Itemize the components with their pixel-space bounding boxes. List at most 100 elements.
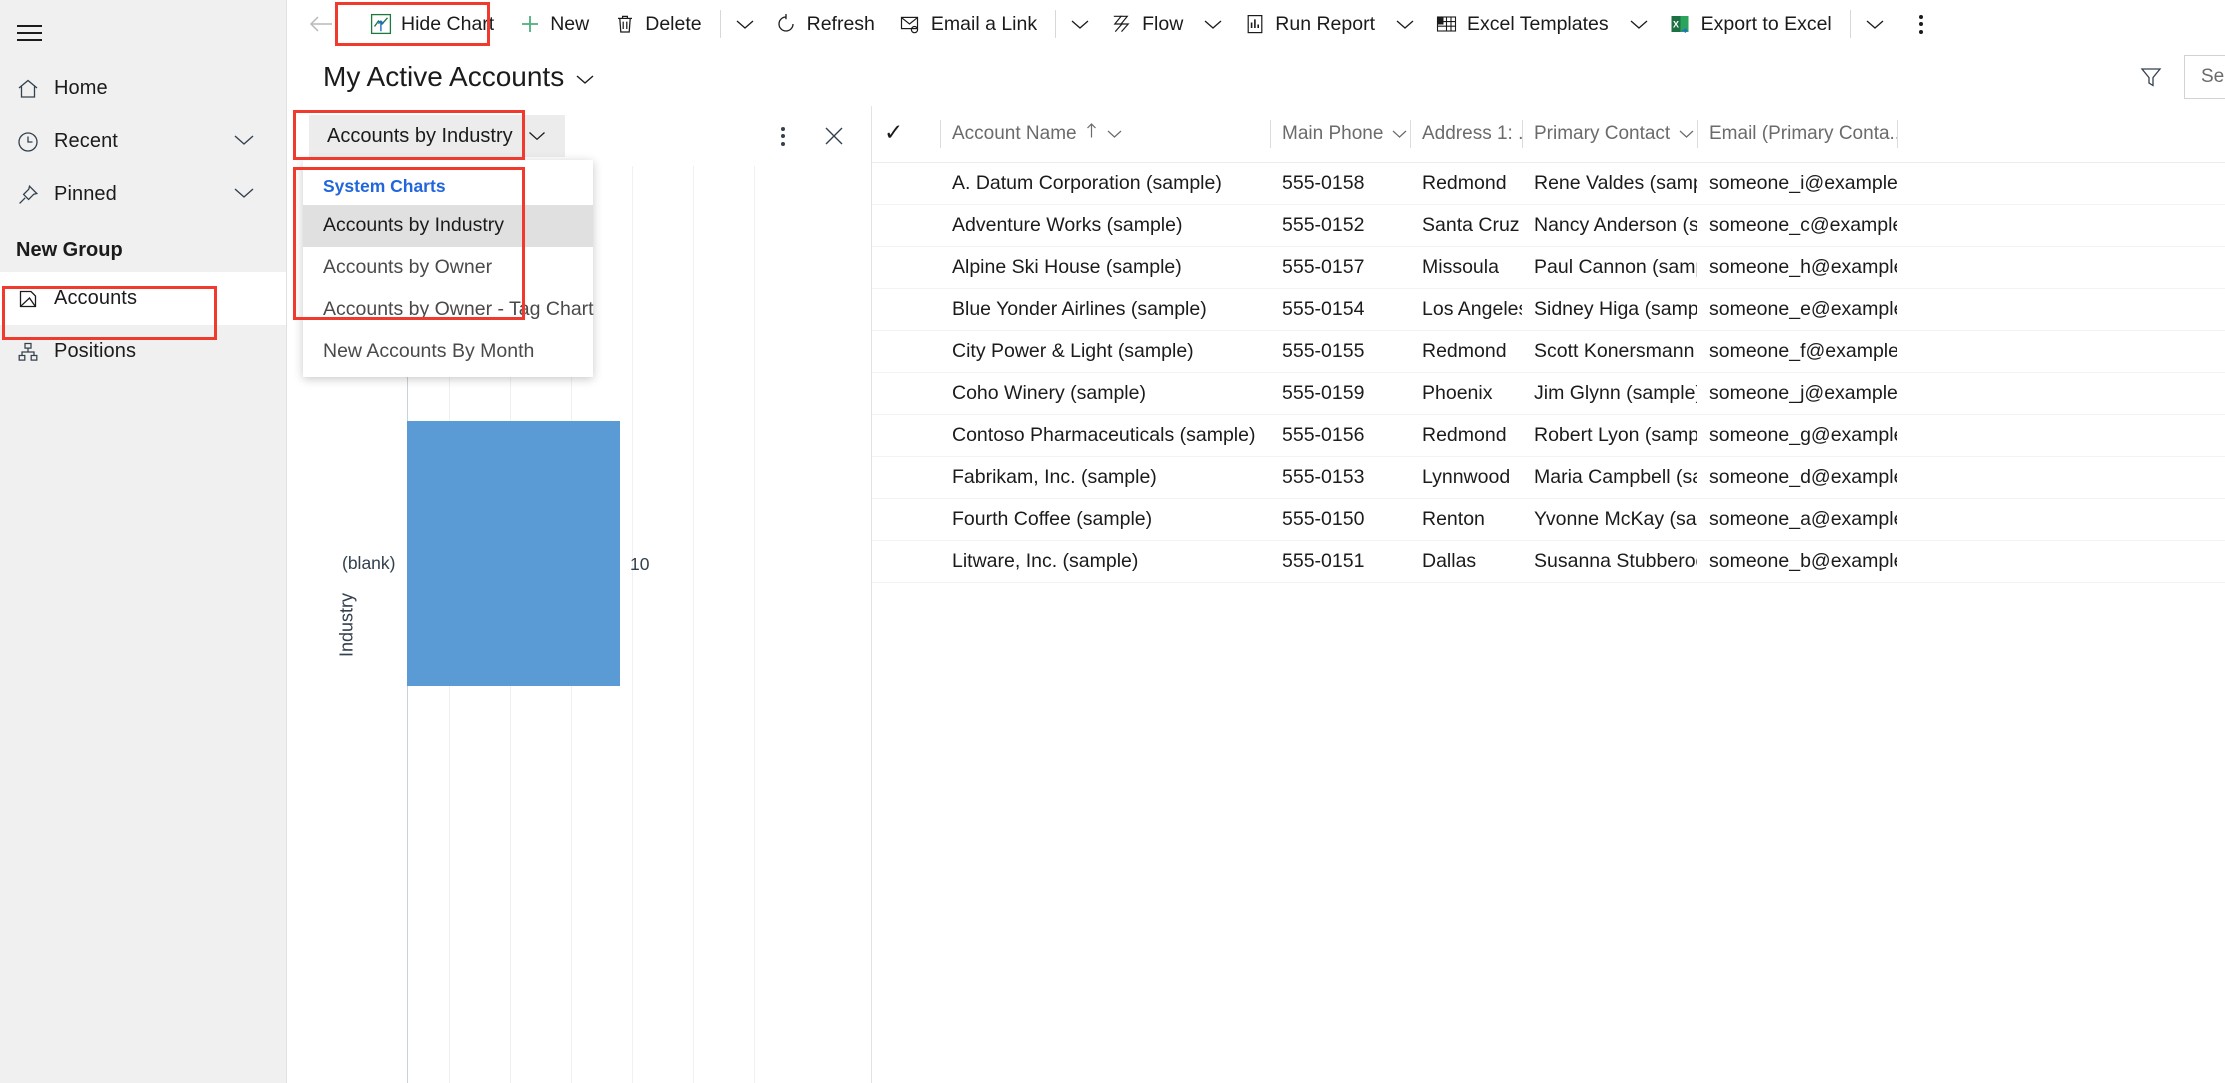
main-phone-cell[interactable]: 555-0158 [1270, 162, 1410, 205]
chevron-down-icon[interactable] [232, 183, 256, 206]
primary-contact-link[interactable]: Yvonne McKay (sample [1522, 498, 1697, 541]
email-cell[interactable]: someone_c@example.c [1697, 204, 1897, 247]
search-input-wrapper[interactable] [2184, 55, 2225, 99]
table-row[interactable]: Fabrikam, Inc. (sample) 555-0153 Lynnwood M… [872, 456, 2225, 499]
table-row[interactable]: Blue Yonder Airlines (sample) 555-0154 Los… [872, 288, 2225, 331]
account-name-link[interactable]: City Power & Light (sample) [940, 330, 1270, 373]
dropdown-item-accounts-by-industry[interactable]: Accounts by Industry [303, 205, 593, 247]
main-phone-cell[interactable]: 555-0157 [1270, 246, 1410, 289]
flow-button[interactable]: Flow [1098, 4, 1195, 44]
table-row[interactable]: Coho Winery (sample) 555-0159 Phoenix Jim G… [872, 372, 2225, 415]
new-button[interactable]: New [506, 4, 601, 44]
chevron-down-icon[interactable] [232, 130, 256, 153]
account-name-link[interactable]: A. Datum Corporation (sample) [940, 162, 1270, 205]
main-phone-cell[interactable]: 555-0156 [1270, 414, 1410, 457]
sidebar-item-accounts[interactable]: Accounts [0, 272, 286, 325]
sidebar-item-home[interactable]: Home [0, 62, 286, 115]
main-phone-cell[interactable]: 555-0151 [1270, 540, 1410, 583]
flow-caret-icon[interactable] [1195, 4, 1231, 44]
dropdown-item-new-accounts-by-month[interactable]: New Accounts By Month [303, 331, 593, 373]
primary-contact-link[interactable]: Nancy Anderson (samp [1522, 204, 1697, 247]
hide-chart-button[interactable]: Hide Chart [357, 4, 506, 44]
table-row[interactable]: Alpine Ski House (sample) 555-0157 Missoul… [872, 246, 2225, 289]
table-row[interactable]: Adventure Works (sample) 555-0152 Santa Cr… [872, 204, 2225, 247]
account-name-link[interactable]: Fabrikam, Inc. (sample) [940, 456, 1270, 499]
table-row[interactable]: Contoso Pharmaceuticals (sample) 555-0156… [872, 414, 2225, 457]
primary-contact-link[interactable]: Scott Konersmann (sam [1522, 330, 1697, 373]
back-arrow-icon[interactable] [299, 4, 343, 44]
search-input[interactable] [2201, 66, 2225, 88]
account-name-link[interactable]: Contoso Pharmaceuticals (sample) [940, 414, 1270, 457]
account-name-link[interactable]: Fourth Coffee (sample) [940, 498, 1270, 541]
main-phone-cell[interactable]: 555-0150 [1270, 498, 1410, 541]
checkmark-icon[interactable]: ✓ [884, 121, 903, 144]
run-report-button[interactable]: Run Report [1231, 4, 1387, 44]
column-header-main-phone[interactable]: Main Phone [1270, 106, 1410, 163]
export-caret-icon[interactable] [1857, 4, 1893, 44]
chevron-down-icon[interactable] [1106, 123, 1123, 145]
chevron-down-icon[interactable] [574, 61, 596, 93]
row-checkbox[interactable] [872, 162, 940, 205]
row-checkbox[interactable] [872, 372, 940, 415]
export-to-excel-button[interactable]: X Export to Excel [1657, 4, 1844, 44]
email-more-caret-icon[interactable] [1062, 4, 1098, 44]
primary-contact-link[interactable]: Robert Lyon (sample) [1522, 414, 1697, 457]
email-cell[interactable]: someone_j@example.c [1697, 372, 1897, 415]
primary-contact-link[interactable]: Paul Cannon (sample).. [1522, 246, 1697, 289]
select-all-header[interactable]: ✓ [872, 106, 940, 163]
row-checkbox[interactable] [872, 246, 940, 289]
close-icon[interactable] [817, 119, 851, 153]
sidebar-item-pinned[interactable]: Pinned [0, 168, 286, 221]
account-name-link[interactable]: Blue Yonder Airlines (sample) [940, 288, 1270, 331]
account-name-link[interactable]: Adventure Works (sample) [940, 204, 1270, 247]
primary-contact-link[interactable]: Susanna Stubberod (sa [1522, 540, 1697, 583]
account-name-link[interactable]: Coho Winery (sample) [940, 372, 1270, 415]
row-checkbox[interactable] [872, 456, 940, 499]
filter-icon[interactable] [2134, 60, 2168, 94]
row-checkbox[interactable] [872, 540, 940, 583]
primary-contact-link[interactable]: Maria Campbell (sampl [1522, 456, 1697, 499]
excel-templates-caret-icon[interactable] [1621, 4, 1657, 44]
more-commands-icon[interactable] [1901, 4, 1941, 44]
dropdown-item-accounts-by-owner[interactable]: Accounts by Owner [303, 247, 593, 289]
run-report-caret-icon[interactable] [1387, 4, 1423, 44]
column-header-email-primary-contact[interactable]: Email (Primary Conta... [1697, 106, 1897, 163]
row-checkbox[interactable] [872, 498, 940, 541]
primary-contact-link[interactable]: Rene Valdes (sample) [1522, 162, 1697, 205]
table-row[interactable]: City Power & Light (sample) 555-0155 Redmo… [872, 330, 2225, 373]
main-phone-cell[interactable]: 555-0155 [1270, 330, 1410, 373]
row-checkbox[interactable] [872, 288, 940, 331]
delete-button[interactable]: Delete [601, 4, 713, 44]
delete-more-caret-icon[interactable] [727, 4, 763, 44]
row-checkbox[interactable] [872, 330, 940, 373]
email-cell[interactable]: someone_b@example.c [1697, 540, 1897, 583]
main-phone-cell[interactable]: 555-0154 [1270, 288, 1410, 331]
table-row[interactable]: A. Datum Corporation (sample) 555-0158 Red… [872, 162, 2225, 205]
email-cell[interactable]: someone_f@example.c [1697, 330, 1897, 373]
email-cell[interactable]: someone_h@example.c [1697, 246, 1897, 289]
email-a-link-button[interactable]: Email a Link [887, 4, 1049, 44]
main-phone-cell[interactable]: 555-0152 [1270, 204, 1410, 247]
row-checkbox[interactable] [872, 414, 940, 457]
chevron-down-icon[interactable] [1391, 123, 1408, 145]
email-cell[interactable]: someone_e@example.c [1697, 288, 1897, 331]
main-phone-cell[interactable]: 555-0153 [1270, 456, 1410, 499]
view-selector[interactable]: My Active Accounts [323, 61, 596, 93]
chart-more-actions-icon[interactable] [767, 118, 799, 154]
hamburger-menu-icon[interactable] [0, 4, 58, 62]
row-checkbox[interactable] [872, 204, 940, 247]
primary-contact-link[interactable]: Sidney Higa (sample) [1522, 288, 1697, 331]
chart-bar[interactable] [407, 421, 620, 686]
column-header-address-1[interactable]: Address 1: ... [1410, 106, 1522, 163]
table-row[interactable]: Litware, Inc. (sample) 555-0151 Dallas Susa… [872, 540, 2225, 583]
main-phone-cell[interactable]: 555-0159 [1270, 372, 1410, 415]
chevron-down-icon[interactable] [527, 125, 547, 148]
email-cell[interactable]: someone_i@example.c [1697, 162, 1897, 205]
chevron-down-icon[interactable] [1678, 123, 1695, 145]
table-row[interactable]: Fourth Coffee (sample) 555-0150 Renton Yvon… [872, 498, 2225, 541]
sidebar-item-positions[interactable]: Positions [0, 325, 286, 378]
email-cell[interactable]: someone_a@example.c [1697, 498, 1897, 541]
dropdown-item-accounts-by-owner-tag-chart[interactable]: Accounts by Owner - Tag Chart [303, 289, 594, 331]
excel-templates-button[interactable]: Excel Templates [1423, 4, 1621, 44]
email-cell[interactable]: someone_g@example.c [1697, 414, 1897, 457]
